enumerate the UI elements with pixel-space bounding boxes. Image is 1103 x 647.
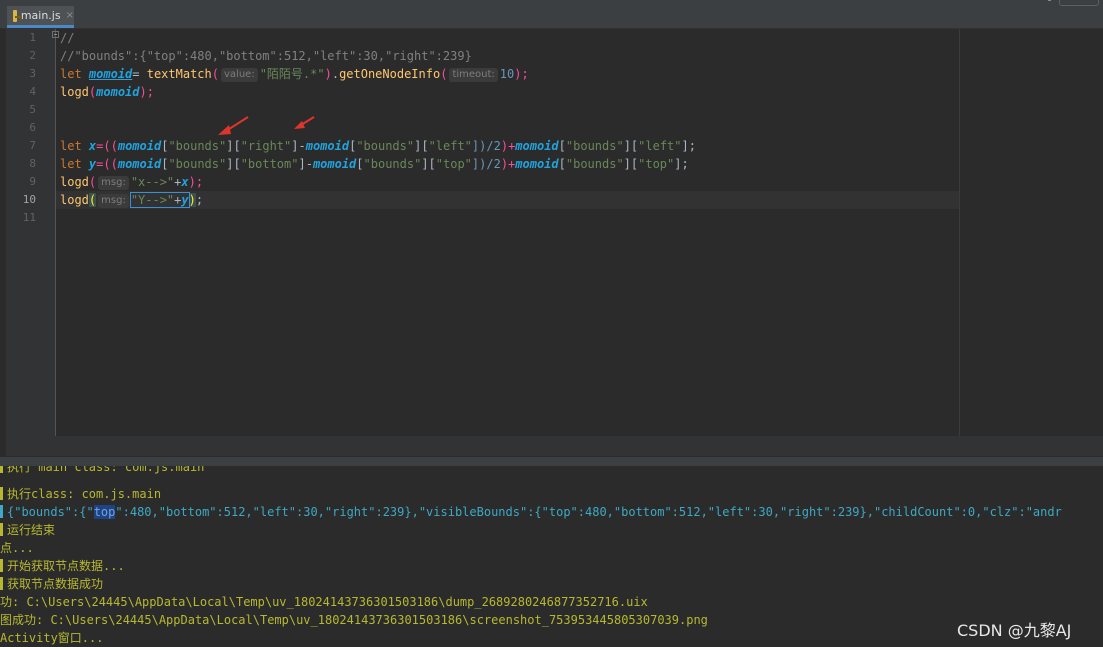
console-line: 点... <box>0 541 34 555</box>
run-console[interactable]: 执行 main class: com.js.main 执行class: com.… <box>0 466 1103 647</box>
console-line: 获取节点数据成功 <box>0 575 103 593</box>
console-line: 功: C:\Users\24445\AppData\Local\Temp\uv_… <box>0 595 648 609</box>
watermark: CSDN @九黎AJ <box>957 621 1072 640</box>
console-line: 执行class: com.js.main <box>0 485 161 503</box>
close-tab-icon[interactable]: × <box>66 10 74 21</box>
line-number: 4 <box>29 85 36 98</box>
horizontal-scrollbar[interactable] <box>6 436 1103 456</box>
console-line: 开始获取节点数据... <box>0 557 125 575</box>
param-hint: msg: <box>98 176 129 190</box>
param-hint: msg: <box>98 194 129 208</box>
selected-argument: "Y-->"+y <box>129 192 190 208</box>
line-number: 8 <box>29 157 36 170</box>
line-number: 9 <box>29 175 36 188</box>
code-editor[interactable]: 1 2 3 4 5 6 7 8 9 10 11 // //"bounds":{"… <box>0 29 1103 456</box>
line-number-active: 10 <box>22 193 36 206</box>
line-number: 3 <box>29 67 36 80</box>
line-number-gutter: 1 2 3 4 5 6 7 8 9 10 11 <box>6 29 59 436</box>
code-line-3: let momoid= textMatch(value: "陌陌号.*").get… <box>60 67 529 82</box>
console-json-line: {"bounds":{"top":480,"bottom":512,"left"… <box>0 503 1062 521</box>
function-textmatch: textMatch <box>146 67 212 81</box>
console-line: 执行 main class: com.js.main <box>0 466 204 476</box>
line-number: 2 <box>29 49 36 62</box>
string-literal: "陌陌号.*" <box>259 67 325 81</box>
function-getonenodeinfo: getOneNodeInfo <box>339 67 441 81</box>
console-line: 运行结束 <box>0 521 55 539</box>
line-number: 6 <box>29 121 36 134</box>
number-literal: 10 <box>499 67 515 81</box>
code-line-7: let x=((momoid["bounds"]["right"]-momoid… <box>60 139 696 153</box>
code-line-4: logd(momoid); <box>60 85 154 99</box>
red-arrow-icon <box>218 116 249 135</box>
code-line-10: logd(msg: "Y-->"+y); <box>60 192 204 208</box>
keyword-let: let <box>60 67 82 81</box>
line-number: 5 <box>29 103 36 116</box>
code-line-1: // <box>60 31 75 45</box>
editor-tab-bar: main.js × <box>0 6 1103 29</box>
line-number: 1 <box>29 31 36 44</box>
code-line-9: logd(msg: "x-->"+x); <box>60 175 204 190</box>
javascript-file-icon <box>13 9 22 22</box>
line-number: 7 <box>29 139 36 152</box>
code-line-2: //"bounds":{"top":480,"bottom":512,"left… <box>60 49 472 63</box>
param-hint: value: <box>221 68 258 82</box>
variable-momoid: momoid <box>88 67 133 81</box>
search-highlight: top <box>93 505 116 519</box>
console-line: Activity窗口... <box>0 631 104 645</box>
tab-main-js[interactable]: main.js × <box>7 6 74 28</box>
right-margin-guide <box>959 29 960 436</box>
red-arrow-icon <box>294 116 315 129</box>
param-hint: timeout: <box>449 68 498 82</box>
code-text-area[interactable]: // //"bounds":{"top":480,"bottom":512,"l… <box>56 29 959 436</box>
line-number: 11 <box>22 211 36 224</box>
console-line: 图成功: C:\Users\24445\AppData\Local\Temp\u… <box>0 613 708 627</box>
code-line-8: let y=((momoid["bounds"]["bottom"]-momoi… <box>60 157 689 171</box>
tab-label: main.js <box>20 9 61 22</box>
menu-dots-icon[interactable] <box>1048 0 1051 1</box>
